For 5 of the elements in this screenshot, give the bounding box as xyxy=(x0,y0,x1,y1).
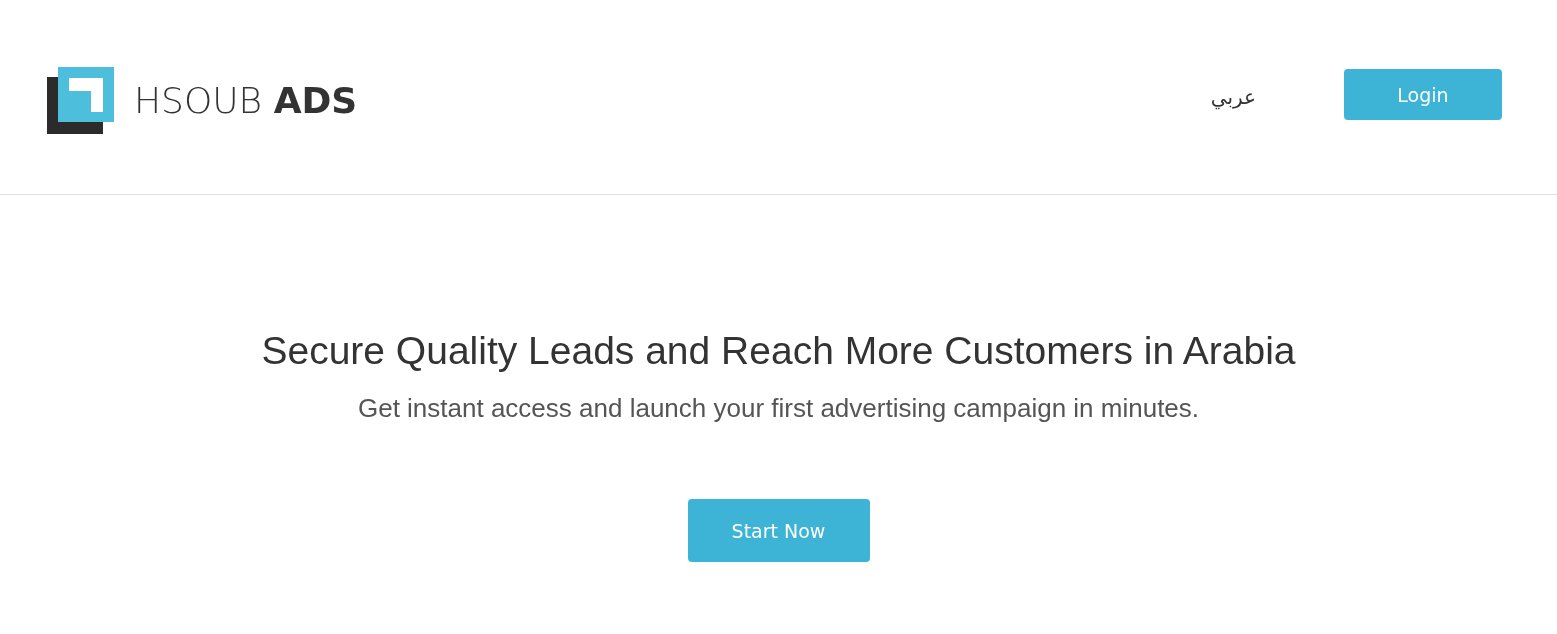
hero-headline: Secure Quality Leads and Reach More Customers in Arabia xyxy=(261,328,1296,374)
logo-wordmark[interactable]: HSOUB ADS xyxy=(134,82,358,119)
logo-squares-icon xyxy=(47,67,114,134)
hero-subheadline: Get instant access and launch your first advertising campaign in minutes. xyxy=(357,392,1200,424)
language-link[interactable]: عربي xyxy=(1210,84,1256,109)
